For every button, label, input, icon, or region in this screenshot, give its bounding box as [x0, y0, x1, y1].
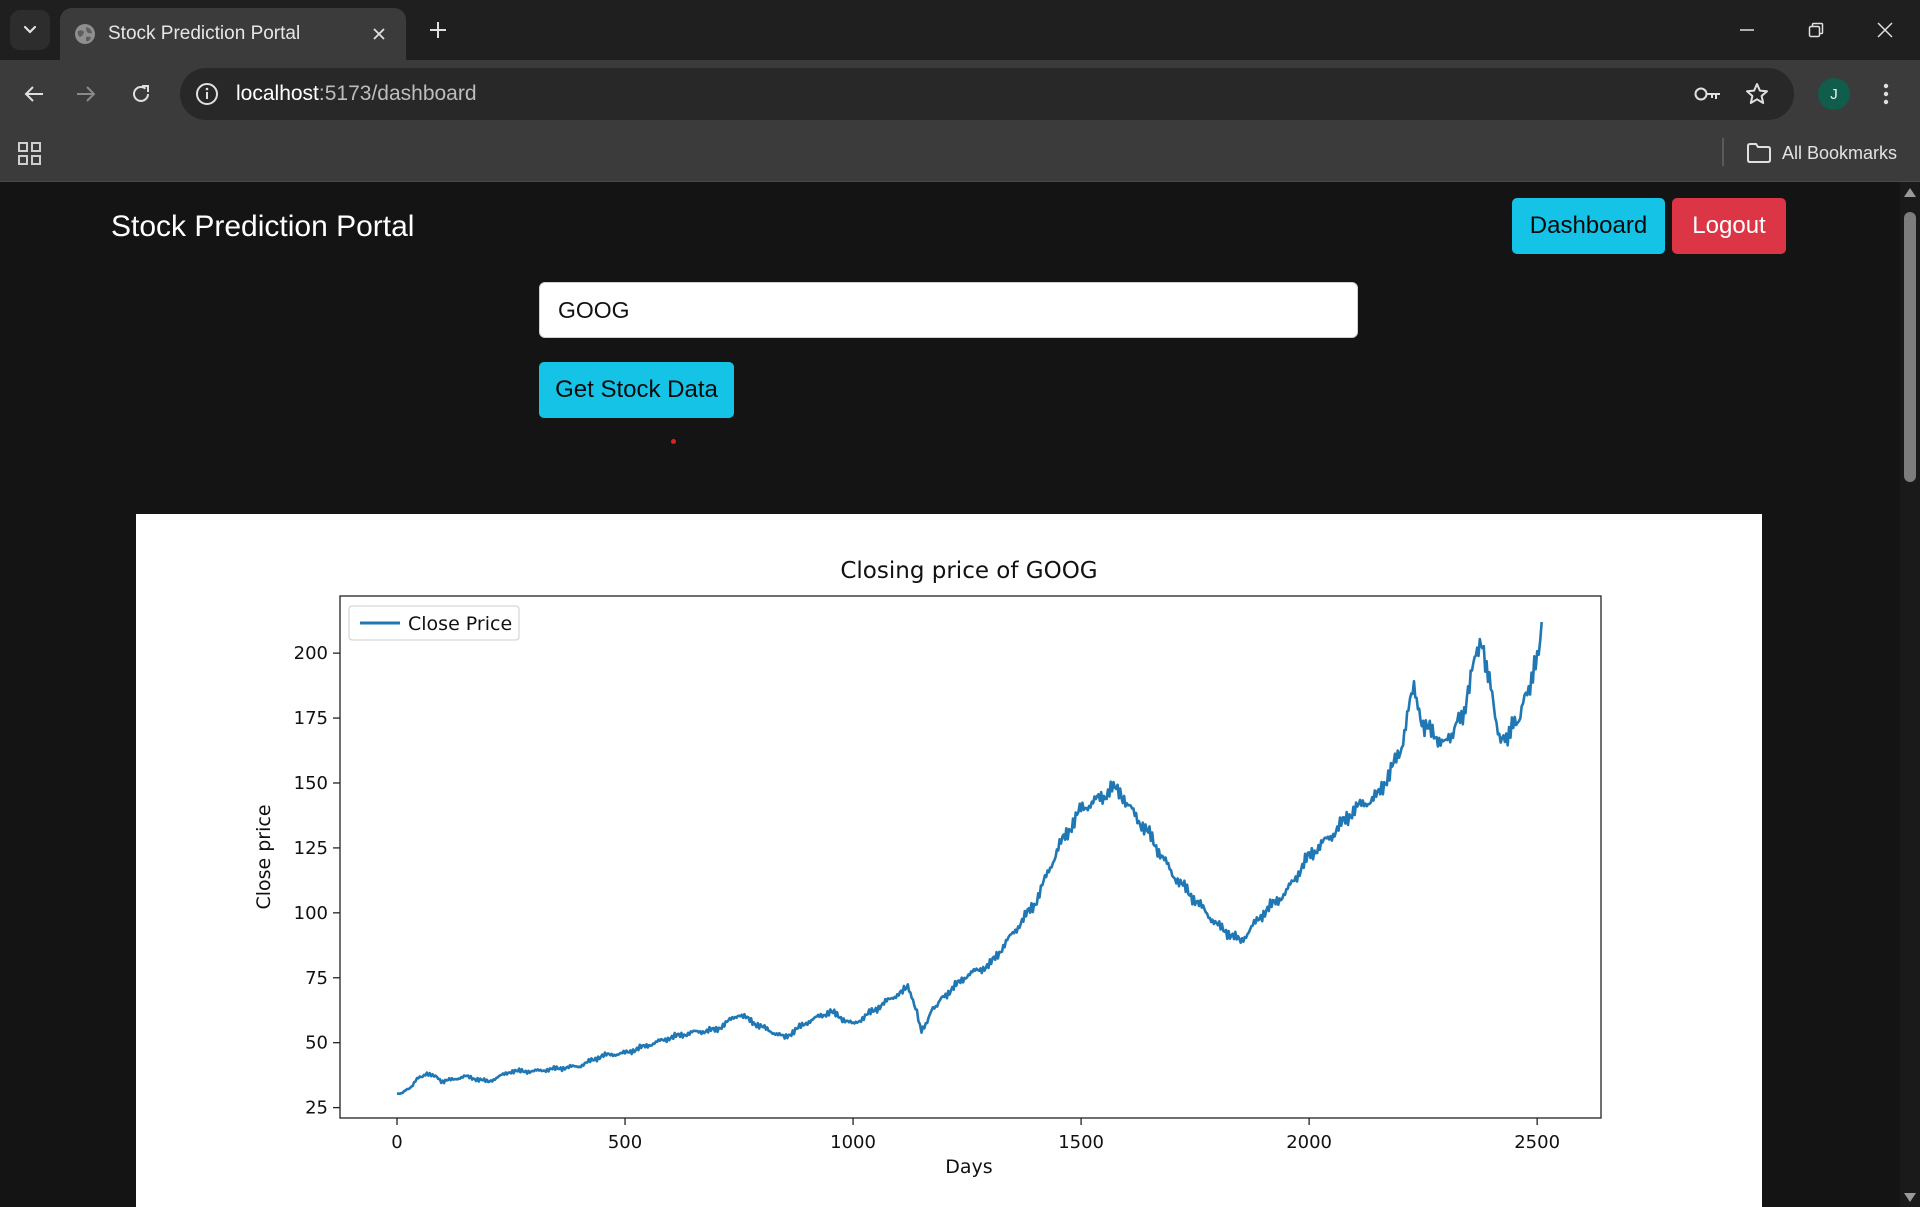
plus-icon	[430, 22, 446, 38]
site-info-icon[interactable]	[194, 81, 220, 107]
back-button[interactable]	[14, 74, 54, 114]
page-scrollbar[interactable]	[1900, 182, 1920, 1207]
key-icon	[1694, 87, 1720, 101]
x-tick-label: 2000	[1286, 1132, 1332, 1153]
star-icon	[1746, 83, 1768, 104]
logout-button[interactable]: Logout	[1672, 198, 1786, 254]
reload-icon	[133, 85, 149, 102]
scroll-down-arrow-icon[interactable]	[1904, 1193, 1916, 1202]
x-axis: 0 500 1000 1500 2000 2500	[391, 1118, 1560, 1153]
arrow-left-icon	[24, 86, 43, 102]
legend-label: Close Price	[408, 613, 512, 635]
tab-title: Stock Prediction Portal	[108, 23, 301, 44]
bookmarks-bar: All Bookmarks	[0, 128, 1920, 182]
globe-icon	[75, 24, 95, 44]
dashboard-button[interactable]: Dashboard	[1512, 198, 1665, 254]
all-bookmarks-label: All Bookmarks	[1782, 142, 1898, 163]
url-text: localhost:5173/dashboard	[236, 81, 477, 107]
chart-title: Closing price of GOOG	[840, 558, 1097, 584]
reload-button[interactable]	[121, 74, 161, 114]
tab-strip: Stock Prediction Portal	[0, 0, 1920, 60]
browser-tab[interactable]: Stock Prediction Portal	[60, 8, 406, 60]
more-vertical-icon	[1883, 83, 1889, 105]
x-axis-label: Days	[945, 1156, 992, 1178]
minimize-icon	[1740, 29, 1754, 31]
bookmark-star-button[interactable]	[1743, 80, 1771, 108]
chevron-down-icon	[23, 25, 37, 34]
restore-button[interactable]	[1792, 12, 1840, 48]
y-axis: 25 50 75 100 125 150 175 200	[294, 643, 340, 1119]
browser-toolbar: localhost:5173/dashboard J	[0, 60, 1920, 128]
page-content: Stock Prediction Portal Dashboard Logout…	[0, 182, 1900, 1207]
close-icon	[1877, 22, 1893, 38]
arrow-right-icon	[77, 86, 96, 102]
x-tick-label: 1000	[830, 1132, 876, 1153]
y-tick-label: 125	[294, 838, 328, 859]
brand-title[interactable]: Stock Prediction Portal	[111, 210, 414, 244]
x-tick-label: 0	[391, 1132, 402, 1153]
password-key-button[interactable]	[1694, 80, 1722, 108]
chart-card: Closing price of GOOG 0 500 1000 1500 2000 25…	[136, 514, 1762, 1207]
plot-area	[396, 621, 1543, 1096]
url-path: :5173/dashboard	[318, 82, 477, 105]
bookmarks-separator	[1722, 138, 1724, 166]
close-window-button[interactable]	[1861, 12, 1909, 48]
tab-search-button[interactable]	[10, 10, 50, 50]
x-tick-label: 1500	[1058, 1132, 1104, 1153]
x-tick-label: 500	[608, 1132, 642, 1153]
x-tick-label: 2500	[1514, 1132, 1560, 1153]
y-tick-label: 50	[305, 1033, 328, 1054]
restore-icon	[1808, 22, 1824, 38]
browser-menu-button[interactable]	[1870, 74, 1902, 114]
loading-dot	[671, 439, 676, 444]
tab-close-button[interactable]	[366, 21, 392, 47]
apps-grid-icon[interactable]	[16, 140, 44, 168]
ticker-input[interactable]	[539, 282, 1358, 338]
new-tab-button[interactable]	[418, 14, 458, 46]
forward-button[interactable]	[66, 74, 106, 114]
y-tick-label: 25	[305, 1098, 328, 1119]
y-tick-label: 200	[294, 643, 328, 664]
y-axis-label: Close price	[253, 804, 275, 909]
profile-avatar[interactable]: J	[1818, 78, 1850, 110]
closing-price-chart: Closing price of GOOG 0 500 1000 1500 2000 25…	[253, 558, 1602, 1178]
close-price-line	[396, 621, 1543, 1096]
y-tick-label: 100	[294, 903, 328, 924]
get-stock-data-button[interactable]: Get Stock Data	[539, 362, 734, 418]
chart-legend: Close Price	[348, 605, 520, 641]
url-host: localhost	[236, 82, 319, 105]
y-tick-label: 150	[294, 773, 328, 794]
scrollbar-thumb[interactable]	[1904, 212, 1916, 482]
close-icon	[373, 28, 385, 40]
plot-frame	[339, 595, 1602, 1119]
address-bar[interactable]: localhost:5173/dashboard	[180, 68, 1794, 120]
folder-icon	[1747, 143, 1771, 163]
y-tick-label: 75	[305, 968, 328, 989]
minimize-button[interactable]	[1723, 12, 1771, 48]
scroll-up-arrow-icon[interactable]	[1904, 188, 1916, 197]
y-tick-label: 175	[294, 708, 328, 729]
all-bookmarks-button[interactable]: All Bookmarks	[1746, 138, 1897, 168]
